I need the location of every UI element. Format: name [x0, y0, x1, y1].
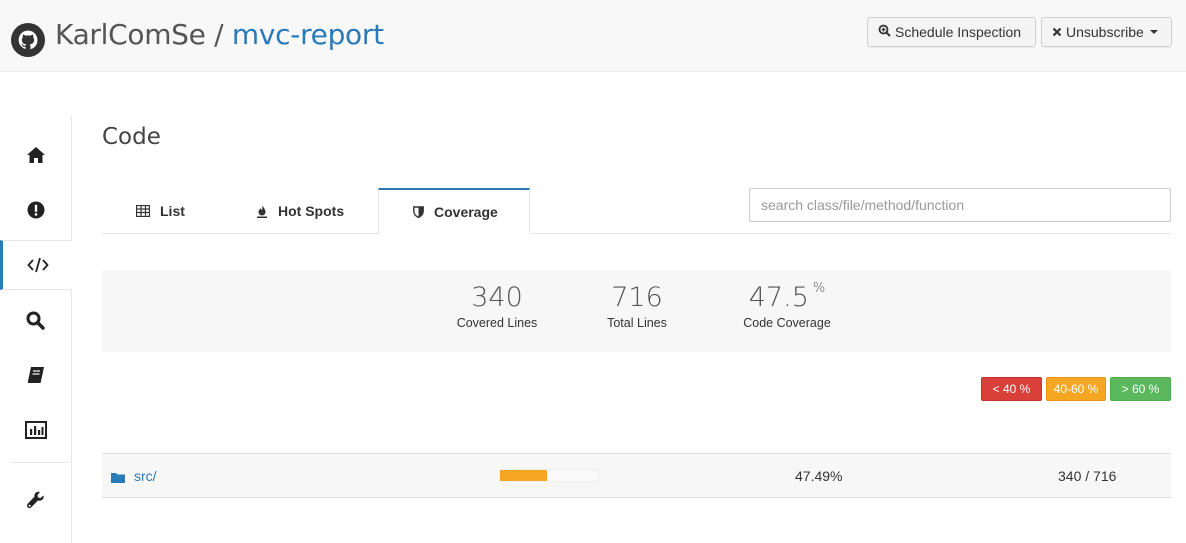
repo-separator: /	[205, 18, 232, 51]
sidebar-item-statistics[interactable]	[0, 405, 71, 455]
close-icon	[1052, 25, 1062, 40]
chevron-down-icon	[1149, 30, 1158, 34]
coverage-ratio: 340 / 716	[1058, 468, 1117, 484]
sidebar-item-issues[interactable]	[0, 185, 71, 235]
tab-coverage[interactable]: Coverage	[378, 188, 530, 234]
sidebar-nav	[0, 115, 72, 543]
repo-title: KarlComSe / mvc-report	[55, 17, 384, 53]
table-icon	[136, 205, 150, 217]
tab-list[interactable]: List	[136, 188, 185, 234]
sidebar-item-code[interactable]	[0, 240, 72, 290]
tab-hot-spots-label: Hot Spots	[278, 203, 345, 219]
covered-lines-value: 340	[471, 282, 523, 313]
sidebar-item-search[interactable]	[0, 295, 71, 345]
covered-lines-label: Covered Lines	[456, 316, 538, 330]
legend-high: > 60 %	[1110, 377, 1171, 401]
covered-lines-stat: 340 Covered Lines	[442, 282, 552, 330]
code-coverage-value: 47.5	[748, 282, 809, 313]
wrench-icon	[26, 491, 44, 509]
code-coverage-label: Code Coverage	[743, 316, 831, 330]
table-row[interactable]: src/ 47.49% 340 / 716	[102, 453, 1171, 498]
total-lines-label: Total Lines	[607, 316, 667, 330]
legend-mid: 40-60 %	[1046, 377, 1106, 401]
home-icon	[26, 147, 45, 163]
coverage-bar	[499, 469, 599, 482]
sidebar-item-settings[interactable]	[0, 475, 71, 525]
unsubscribe-button[interactable]: Unsubscribe	[1041, 17, 1172, 47]
tab-coverage-label: Coverage	[434, 203, 498, 220]
schedule-inspection-button[interactable]: Schedule Inspection	[867, 17, 1036, 47]
sidebar-divider	[10, 462, 70, 463]
folder-link[interactable]: src/	[134, 468, 157, 484]
tab-list-label: List	[160, 203, 185, 219]
total-lines-stat: 716 Total Lines	[592, 282, 682, 330]
repo-owner-link[interactable]: KarlComSe	[55, 18, 206, 51]
code-coverage-unit: %	[812, 281, 826, 296]
code-coverage-stat: 47.5% Code Coverage	[732, 281, 842, 330]
book-icon	[27, 367, 44, 383]
zoom-in-icon	[878, 24, 891, 40]
github-icon	[11, 23, 45, 57]
total-lines-value: 716	[611, 282, 663, 313]
folder-icon	[111, 470, 125, 488]
unsubscribe-label: Unsubscribe	[1066, 24, 1144, 40]
tab-hot-spots[interactable]: Hot Spots	[256, 188, 344, 234]
coverage-bar-fill	[500, 470, 547, 481]
chart-icon	[24, 421, 47, 439]
coverage-summary: 340 Covered Lines 716 Total Lines 47.5% …	[102, 270, 1171, 352]
legend-low: < 40 %	[981, 377, 1042, 401]
coverage-percent: 47.49%	[795, 468, 843, 484]
search-icon	[26, 311, 45, 330]
issues-icon	[27, 201, 44, 219]
page-title: Code	[102, 124, 161, 150]
search-input[interactable]	[749, 188, 1171, 222]
top-header: KarlComSe / mvc-report Schedule Inspecti…	[0, 0, 1186, 72]
fire-icon	[256, 204, 268, 218]
schedule-inspection-label: Schedule Inspection	[895, 24, 1022, 40]
shield-icon	[413, 205, 424, 218]
code-icon	[26, 257, 49, 273]
sidebar-item-home[interactable]	[0, 130, 71, 180]
sidebar-item-docs[interactable]	[0, 350, 71, 400]
repo-name-link[interactable]: mvc-report	[232, 18, 384, 51]
